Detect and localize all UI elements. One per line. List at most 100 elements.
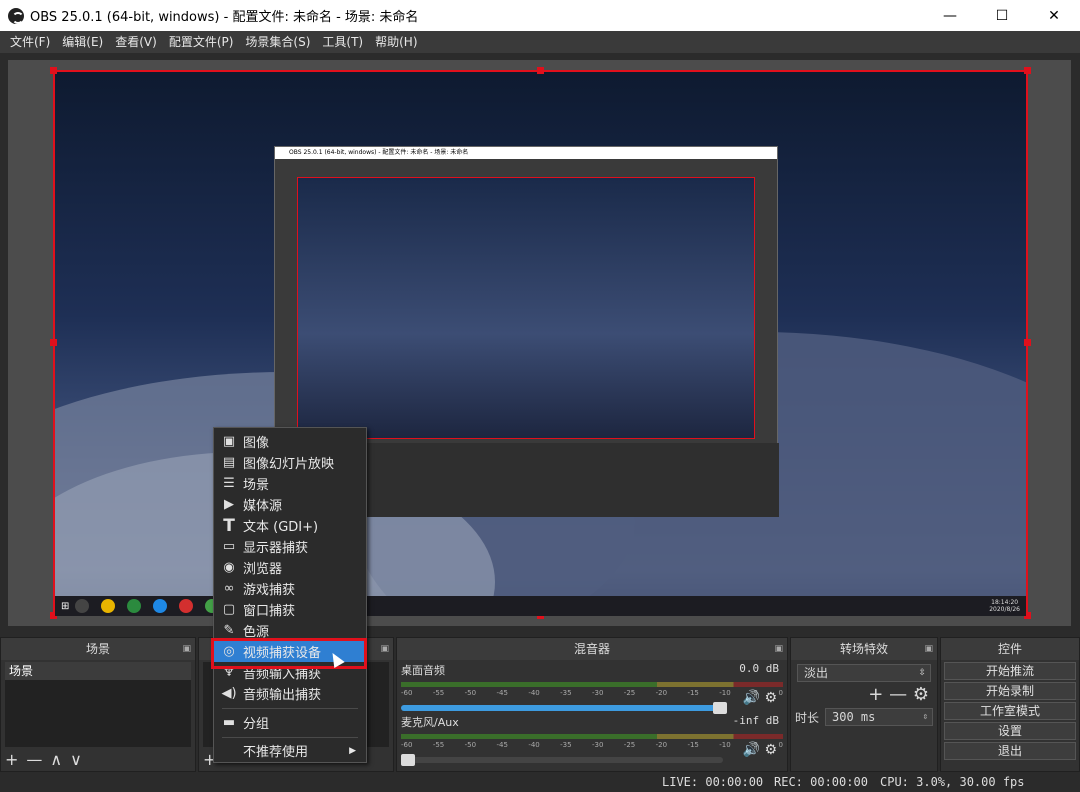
track-name: 桌面音频 bbox=[401, 664, 445, 677]
globe-icon: ◉ bbox=[223, 560, 235, 575]
duration-label: 时长 bbox=[795, 710, 820, 725]
add-transition-icon[interactable]: + bbox=[868, 684, 883, 705]
menu-item-slideshow[interactable]: ▤ 图像幻灯片放映 bbox=[214, 452, 366, 473]
mixer-dock-title: 混音器 bbox=[573, 642, 610, 656]
nested-menu-bar bbox=[275, 159, 777, 169]
menu-item-audio-output-capture[interactable]: ◀) 音频输出捕获 bbox=[214, 683, 366, 704]
transitions-dock-title: 转场特效 bbox=[839, 642, 888, 656]
resize-handle[interactable] bbox=[50, 67, 57, 74]
volume-slider[interactable] bbox=[401, 702, 727, 714]
controls-dock: 控件 开始推流 开始录制 工作室模式 设置 退出 bbox=[940, 637, 1080, 772]
menu-separator bbox=[222, 708, 358, 709]
live-status: LIVE: 00:00:00 bbox=[662, 775, 764, 789]
menu-edit[interactable]: 编辑(E) bbox=[56, 31, 109, 53]
transition-settings-gear-icon[interactable]: ⚙ bbox=[913, 684, 929, 705]
dock-float-icon[interactable]: ▣ bbox=[380, 638, 389, 660]
menu-item-game-capture[interactable]: ∞ 游戏捕获 bbox=[214, 578, 366, 599]
obs-logo-icon bbox=[8, 7, 24, 24]
transitions-dock: 转场特效 ▣ 淡出 ⇳ + — ⚙ 时长 300 ms ⇳ bbox=[790, 637, 938, 772]
menu-item-image[interactable]: ▣ 图像 bbox=[214, 431, 366, 452]
scenes-list[interactable]: 场景 bbox=[5, 662, 191, 747]
menu-separator bbox=[222, 737, 358, 738]
dock-float-icon[interactable]: ▣ bbox=[182, 638, 191, 660]
meter-ticks: -60 -55 -50 -45 -40 -35 -30 -25 -20 -15 -10 -5 0 bbox=[401, 689, 783, 697]
track-db: -inf dB bbox=[732, 714, 779, 727]
transition-select[interactable]: 淡出 ⇳ bbox=[797, 664, 931, 682]
studio-mode-button[interactable]: 工作室模式 bbox=[944, 702, 1076, 720]
resize-handle[interactable] bbox=[1024, 67, 1031, 74]
meter-ticks: -60 -55 -50 -45 -40 -35 -30 -25 -20 -15 -10 -5 0 bbox=[401, 741, 783, 749]
mixer-track-mic: 麦克风/Aux -inf dB -60 -55 -50 -45 -40 -35 -30 -25… bbox=[401, 714, 783, 766]
minimize-button[interactable]: — bbox=[924, 0, 976, 31]
remove-transition-icon[interactable]: — bbox=[889, 684, 907, 705]
gear-icon[interactable]: ⚙ bbox=[764, 690, 777, 706]
menu-item-browser[interactable]: ◉ 浏览器 bbox=[214, 557, 366, 578]
speaker-icon[interactable]: 🔊 bbox=[743, 690, 760, 706]
menu-view[interactable]: 查看(V) bbox=[109, 31, 163, 53]
menu-item-group[interactable]: ▬ 分组 bbox=[214, 712, 366, 733]
mixer-dock: 混音器 ▣ 桌面音频 0.0 dB -60 -55 -50 -45 -40 -35 -30 -2… bbox=[396, 637, 788, 772]
move-up-icon[interactable]: ∧ bbox=[50, 750, 62, 769]
play-icon: ▶ bbox=[224, 497, 234, 512]
monitor-icon: ▭ bbox=[222, 539, 236, 554]
resize-handle[interactable] bbox=[50, 339, 57, 346]
exit-button[interactable]: 退出 bbox=[944, 742, 1076, 760]
taskbar-app-icon bbox=[127, 599, 142, 613]
menu-item-display-capture[interactable]: ▭ 显示器捕获 bbox=[214, 536, 366, 557]
taskbar-app-icon bbox=[179, 599, 194, 613]
menu-file[interactable]: 文件(F) bbox=[4, 31, 56, 53]
settings-button[interactable]: 设置 bbox=[944, 722, 1076, 740]
preview-taskbar: ⊞ 18:14:20 2020/8/26 bbox=[55, 596, 1026, 616]
taskbar-date: 2020/8/26 bbox=[989, 606, 1020, 613]
volume-slider[interactable] bbox=[401, 754, 723, 766]
list-icon: ☰ bbox=[223, 476, 235, 491]
scene-item[interactable]: 场景 bbox=[5, 662, 191, 680]
brush-icon: ✎ bbox=[223, 623, 235, 638]
menu-help[interactable]: 帮助(H) bbox=[369, 31, 423, 53]
taskbar-app-icon bbox=[153, 599, 168, 613]
spinner-icon: ⇳ bbox=[918, 668, 926, 678]
menu-item-media-source[interactable]: ▶ 媒体源 bbox=[214, 494, 366, 515]
docks-area: 场景▣ 场景 + — ∧ ∨ 来源▣ + 混音器▣ 桌面音频 0.0 dB -6… bbox=[0, 637, 1080, 772]
menu-item-window-capture[interactable]: ▢ 窗口捕获 bbox=[214, 599, 366, 620]
maximize-button[interactable]: ☐ bbox=[976, 0, 1028, 31]
close-button[interactable]: ✕ bbox=[1028, 0, 1080, 31]
add-source-context-menu: ▣ 图像 ▤ 图像幻灯片放映 ☰ 场景 ▶ 媒体源 T 文本 (GDI+) ▭ 显示器捕获 … bbox=[213, 427, 367, 763]
annotation-highlight-box bbox=[211, 638, 367, 669]
taskbar-app-icon bbox=[75, 599, 90, 613]
nested-title-bar: OBS 25.0.1 (64-bit, windows) - 配置文件: 未命名… bbox=[275, 147, 777, 159]
menu-item-text-gdi[interactable]: T 文本 (GDI+) bbox=[214, 515, 366, 536]
add-scene-icon[interactable]: + bbox=[5, 750, 18, 769]
folder-icon: ▬ bbox=[222, 715, 236, 730]
start-recording-button[interactable]: 开始录制 bbox=[944, 682, 1076, 700]
dock-float-icon[interactable]: ▣ bbox=[774, 638, 783, 660]
volume-meter bbox=[401, 682, 783, 687]
menu-item-scene[interactable]: ☰ 场景 bbox=[214, 473, 366, 494]
resize-handle[interactable] bbox=[1024, 339, 1031, 346]
menu-scene-collection[interactable]: 场景集合(S) bbox=[239, 31, 316, 53]
controls-dock-title: 控件 bbox=[997, 642, 1022, 656]
menu-profile[interactable]: 配置文件(P) bbox=[163, 31, 240, 53]
dock-float-icon[interactable]: ▣ bbox=[924, 638, 933, 660]
track-name: 麦克风/Aux bbox=[401, 716, 459, 729]
mixer-track-desktop: 桌面音频 0.0 dB -60 -55 -50 -45 -40 -35 -30 -25 -20-… bbox=[401, 662, 783, 714]
title-bar: OBS 25.0.1 (64-bit, windows) - 配置文件: 未命名… bbox=[0, 0, 1080, 31]
slideshow-icon: ▤ bbox=[222, 455, 236, 470]
rec-status: REC: 00:00:00 bbox=[774, 775, 868, 789]
gamepad-icon: ∞ bbox=[223, 581, 235, 596]
speaker-icon[interactable]: 🔊 bbox=[743, 742, 760, 758]
gear-icon[interactable]: ⚙ bbox=[764, 742, 777, 758]
resize-handle[interactable] bbox=[537, 67, 544, 74]
window-icon: ▢ bbox=[222, 602, 236, 617]
menu-item-deprecated[interactable]: 不推荐使用 ▶ bbox=[214, 740, 366, 761]
scenes-dock: 场景 ▣ 场景 + — ∧ ∨ bbox=[0, 637, 196, 772]
menu-tools[interactable]: 工具(T) bbox=[316, 31, 369, 53]
track-db: 0.0 dB bbox=[739, 662, 779, 675]
start-streaming-button[interactable]: 开始推流 bbox=[944, 662, 1076, 680]
volume-meter bbox=[401, 734, 783, 739]
text-icon: T bbox=[223, 515, 235, 536]
cpu-status: CPU: 3.0%, 30.00 fps bbox=[880, 775, 1025, 789]
duration-input[interactable]: 300 ms ⇳ bbox=[825, 708, 933, 726]
move-down-icon[interactable]: ∨ bbox=[70, 750, 82, 769]
remove-scene-icon[interactable]: — bbox=[26, 750, 42, 769]
